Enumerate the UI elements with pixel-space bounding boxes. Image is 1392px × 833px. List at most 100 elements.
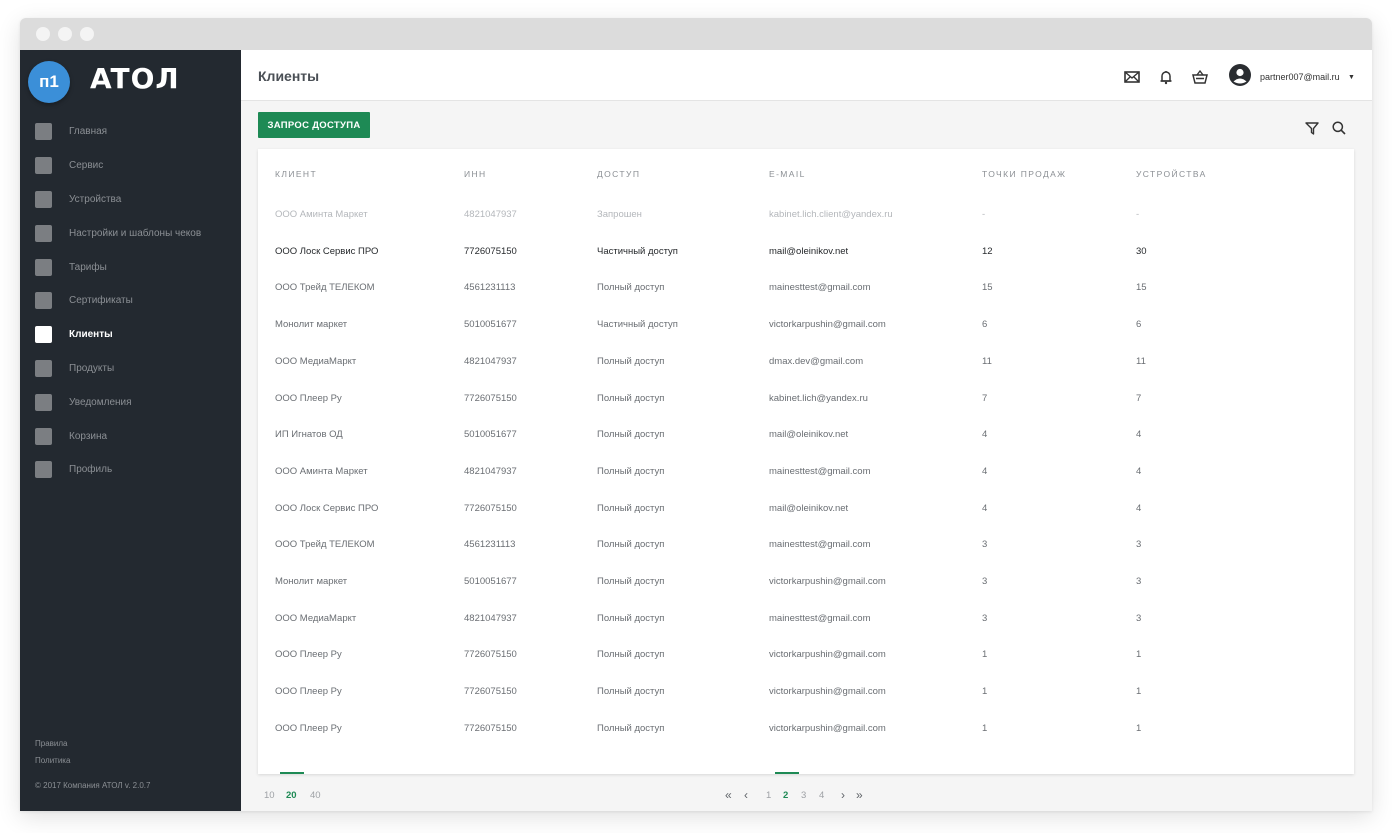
table-row[interactable]: ООО Плеер Ру 7726075150 Полный доступ victo…	[258, 637, 1354, 674]
nav-square-icon	[35, 258, 52, 276]
user-menu-caret-icon[interactable]: ▼	[1348, 74, 1355, 81]
last-page-icon[interactable]: »	[856, 788, 863, 802]
cell-email: mail@oleinikov.net	[769, 429, 849, 441]
page-3[interactable]: 3	[801, 790, 806, 801]
table-row[interactable]: ООО Лоск Сервис ПРО 7726075150 Частичный д…	[258, 234, 1354, 271]
cell-client: ООО Трейд ТЕЛЕКОМ	[275, 539, 375, 551]
sidebar-item[interactable]: Тарифы	[20, 250, 241, 284]
table-row[interactable]: ООО Плеер Ру 7726075150 Полный доступ victo…	[258, 674, 1354, 711]
sidebar-item[interactable]: Корзина	[20, 419, 241, 453]
nav-square-icon	[35, 393, 52, 411]
sidebar-item[interactable]: Продукты	[20, 352, 241, 386]
cell-points: 6	[982, 319, 988, 331]
sidebar-item[interactable]: Сертификаты	[20, 284, 241, 318]
table-row[interactable]: ООО Лоск Сервис ПРО 7726075150 Полный дост…	[258, 491, 1354, 528]
cell-email: mainesttest@gmail.com	[769, 539, 871, 551]
cell-points: 3	[982, 612, 988, 624]
cell-inn: 5010051677	[464, 319, 517, 331]
rules-link[interactable]: Правила	[35, 739, 67, 748]
page-1[interactable]: 1	[766, 790, 771, 801]
sidebar-item-label: Клиенты	[69, 329, 113, 341]
column-header-inn[interactable]: ИНН	[464, 169, 487, 179]
table-row[interactable]: Монолит маркет 5010051677 Полный доступ vic…	[258, 564, 1354, 601]
cell-access: Полный доступ	[597, 429, 665, 441]
cell-access: Полный доступ	[597, 539, 665, 551]
table-row[interactable]: Монолит маркет 5010051677 Частичный доступ…	[258, 307, 1354, 344]
page-2[interactable]: 2	[783, 790, 788, 801]
cell-points: 3	[982, 576, 988, 587]
window-minimize-button[interactable]	[58, 27, 72, 41]
cell-points: 15	[982, 282, 993, 294]
column-header-client[interactable]: КЛИЕНТ	[275, 169, 317, 179]
sidebar-item-label: Профиль	[69, 464, 113, 476]
user-avatar-icon[interactable]	[1229, 64, 1251, 86]
table-row[interactable]: ООО Аминта Маркет 4821047937 Полный доступ…	[258, 454, 1354, 491]
cell-access: Полный доступ	[597, 686, 665, 698]
user-email[interactable]: partner007@mail.ru	[1260, 72, 1340, 82]
page-4[interactable]: 4	[819, 790, 824, 801]
next-page-icon[interactable]: ›	[841, 788, 845, 802]
cell-points: 7	[982, 392, 988, 404]
cell-email: mail@oleinikov.net	[769, 502, 849, 514]
page-size-20[interactable]: 20	[286, 790, 297, 801]
atol-logo[interactable]: ATOЛ	[90, 62, 180, 95]
cell-email: victorkarpushin@gmail.com	[769, 576, 886, 587]
cell-devices: 4	[1136, 502, 1142, 514]
cell-inn: 4821047937	[464, 209, 517, 220]
cell-client: ООО Аминта Маркет	[275, 209, 368, 220]
sidebar-item[interactable]: Уведомления	[20, 385, 241, 419]
sidebar-item[interactable]: Главная	[20, 115, 241, 149]
window-close-button[interactable]	[36, 27, 50, 41]
cell-inn: 5010051677	[464, 576, 517, 587]
cell-points: 4	[982, 465, 988, 477]
prev-page-icon[interactable]: ‹	[744, 788, 748, 802]
cell-access: Частичный доступ	[597, 319, 678, 331]
cell-inn: 5010051677	[464, 429, 517, 441]
sidebar-item-label: Сервис	[69, 160, 104, 172]
cell-email: kabinet.lich.client@yandex.ru	[769, 209, 893, 220]
table-row[interactable]: ИП Игнатов ОД 5010051677 Полный доступ mail…	[258, 417, 1354, 454]
search-icon[interactable]	[1331, 120, 1347, 136]
window-maximize-button[interactable]	[80, 27, 94, 41]
mail-icon[interactable]	[1123, 68, 1141, 86]
cell-email: kabinet.lich@yandex.ru	[769, 392, 868, 404]
column-header-devices[interactable]: УСТРОЙСТВА	[1136, 169, 1207, 179]
cell-inn: 7726075150	[464, 686, 517, 698]
first-page-icon[interactable]: «	[725, 788, 732, 802]
sidebar-item[interactable]: Сервис	[20, 149, 241, 183]
table-row[interactable]: ООО МедиаМаркт 4821047937 Полный доступ dma…	[258, 344, 1354, 381]
table-row[interactable]: ООО Плеер Ру 7726075150 Полный доступ victo…	[258, 711, 1354, 748]
page-size-10[interactable]: 10	[264, 790, 275, 801]
sidebar-item[interactable]: Устройства	[20, 183, 241, 217]
cell-points: 1	[982, 686, 988, 698]
cell-email: dmax.dev@gmail.com	[769, 355, 864, 367]
page-title: Клиенты	[258, 68, 320, 84]
cell-devices: -	[1136, 209, 1140, 220]
cell-client: ООО Плеер Ру	[275, 392, 342, 404]
sidebar-item[interactable]: Профиль	[20, 453, 241, 487]
table-row[interactable]: ООО МедиаМаркт 4821047937 Полный доступ mai…	[258, 601, 1354, 638]
column-header-access[interactable]: ДОСТУП	[597, 169, 640, 179]
column-header-points[interactable]: ТОЧКИ ПРОДАЖ	[982, 169, 1066, 179]
nav-square-icon	[35, 224, 52, 242]
bell-icon[interactable]	[1157, 68, 1175, 86]
table-row[interactable]: ООО Трейд ТЕЛЕКОМ 4561231113 Полный доступ…	[258, 270, 1354, 307]
table-row[interactable]: ООО Плеер Ру 7726075150 Полный доступ kabin…	[258, 381, 1354, 418]
cell-devices: 30	[1136, 245, 1147, 257]
cell-inn: 4561231113	[464, 282, 516, 294]
policy-link[interactable]: Политика	[35, 756, 70, 765]
sidebar-item[interactable]: Настройки и шаблоны чеков	[20, 216, 241, 250]
table-row[interactable]: ООО Трейд ТЕЛЕКОМ 4561231113 Полный доступ…	[258, 527, 1354, 564]
sidebar-item-label: Устройства	[69, 193, 122, 205]
column-header-email[interactable]: E-MAIL	[769, 169, 806, 179]
basket-icon[interactable]	[1191, 68, 1209, 86]
top-header: Клиенты partner007@mail.ru ▼	[241, 50, 1372, 101]
cell-inn: 7726075150	[464, 649, 517, 661]
cell-client: ООО Плеер Ру	[275, 686, 342, 698]
filter-icon[interactable]	[1304, 120, 1320, 136]
page-size-40[interactable]: 40	[310, 790, 321, 801]
sidebar-item[interactable]: Клиенты	[20, 318, 241, 352]
request-access-button[interactable]: ЗАПРОС ДОСТУПА	[258, 112, 370, 138]
cell-points: 4	[982, 429, 988, 441]
table-row[interactable]: ООО Аминта Маркет 4821047937 Запрошен kabin…	[258, 197, 1354, 234]
